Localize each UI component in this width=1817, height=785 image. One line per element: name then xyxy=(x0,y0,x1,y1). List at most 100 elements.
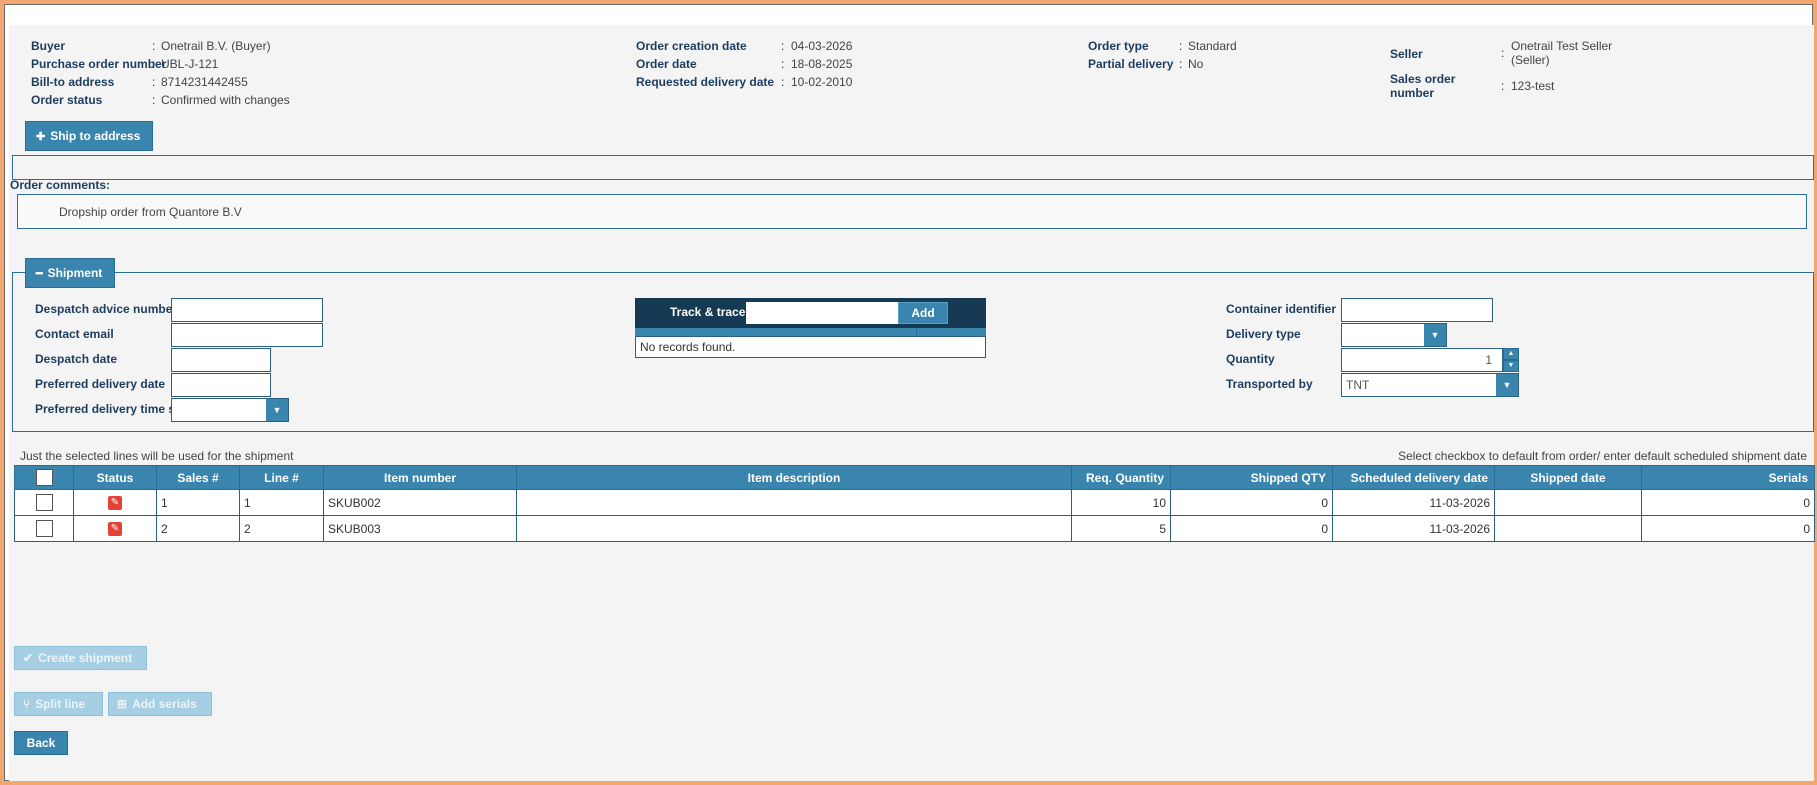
track-trace-add-button[interactable]: Add xyxy=(898,302,948,324)
shipment-label: Shipment xyxy=(47,266,103,280)
track-trace-input[interactable] xyxy=(746,302,900,324)
bill-to-value: 8714231442455 xyxy=(161,75,248,89)
colon: : xyxy=(1501,46,1505,60)
order-type-label: Order type xyxy=(1088,39,1149,53)
colon: : xyxy=(1179,57,1183,71)
container-identifier-label: Container identifier xyxy=(1226,302,1337,316)
order-creation-date-value: 04-03-2026 xyxy=(791,39,853,53)
column-header-serials[interactable]: Serials xyxy=(1641,465,1815,490)
column-header-scheduled-delivery-date[interactable]: Scheduled delivery date xyxy=(1332,465,1495,490)
scheduled-delivery-date-cell[interactable]: 11-03-2026 xyxy=(1332,515,1495,542)
plus-icon: ✚ xyxy=(36,131,46,143)
buyer-label: Buyer xyxy=(31,39,66,53)
order-comments-box: Dropship order from Quantore B.V xyxy=(17,194,1807,229)
preferred-delivery-time-slot-select[interactable]: ▼ xyxy=(171,398,289,422)
column-header-item-description[interactable]: Item description xyxy=(516,465,1072,490)
app-frame: Buyer : Onetrail B.V. (Buyer) Purchase o… xyxy=(4,4,1815,781)
shipped-qty-cell: 0 xyxy=(1170,515,1333,542)
column-header-shipped-date[interactable]: Shipped date xyxy=(1494,465,1642,490)
item-number-cell: SKUB002 xyxy=(323,489,517,516)
column-header-line[interactable]: Line # xyxy=(239,465,324,490)
seller-value-line2: (Seller) xyxy=(1511,53,1550,67)
seller-label: Seller xyxy=(1390,47,1423,61)
checkbox-default-note: Select checkbox to default from order/ e… xyxy=(1398,449,1807,463)
order-comments-text: Dropship order from Quantore B.V xyxy=(59,205,242,219)
serials-cell: 0 xyxy=(1641,489,1815,516)
despatch-advice-number-label: Despatch advice number xyxy=(35,302,178,316)
scheduled-delivery-date-cell[interactable]: 11-03-2026 xyxy=(1332,489,1495,516)
order-lines-table: Status Sales # Line # Item number Item d… xyxy=(14,465,1815,542)
sales-order-number-row: Sales order number : 123-test xyxy=(1390,72,1690,102)
split-line-button[interactable]: ⑂ Split line xyxy=(14,692,103,716)
chevron-down-icon[interactable]: ▼ xyxy=(1503,360,1519,372)
serials-cell: 0 xyxy=(1641,515,1815,542)
shipped-date-cell xyxy=(1494,515,1642,542)
quantity-stepper[interactable]: 1 ▲ ▼ xyxy=(1341,348,1519,372)
table-row[interactable]: ✎ 2 2 SKUB003 5 0 11-03-2026 0 xyxy=(14,515,1815,542)
partial-delivery-value: No xyxy=(1188,57,1204,71)
column-header-item-number[interactable]: Item number xyxy=(323,465,517,490)
colon: : xyxy=(152,39,156,53)
column-header-status[interactable]: Status xyxy=(73,465,157,490)
column-header-req-quantity[interactable]: Req. Quantity xyxy=(1071,465,1171,490)
item-number-cell: SKUB003 xyxy=(323,515,517,542)
row-checkbox[interactable] xyxy=(35,520,53,537)
row-checkbox[interactable] xyxy=(35,494,53,511)
quantity-value: 1 xyxy=(1485,353,1492,367)
check-circle-icon: ✔ xyxy=(23,651,34,665)
quantity-spin-buttons: ▲ ▼ xyxy=(1503,348,1519,372)
req-quantity-cell: 10 xyxy=(1071,489,1171,516)
minus-icon: ━ xyxy=(36,268,43,280)
ship-to-fieldset xyxy=(12,155,1814,180)
track-trace-label: Track & trace xyxy=(670,305,746,319)
order-status-value: Confirmed with changes xyxy=(161,93,290,107)
add-serials-button[interactable]: ⊞ Add serials xyxy=(108,692,212,716)
column-header-shipped-qty[interactable]: Shipped QTY xyxy=(1170,465,1333,490)
column-header-sales[interactable]: Sales # xyxy=(156,465,240,490)
line-cell: 2 xyxy=(239,515,324,542)
create-shipment-button[interactable]: ✔ Create shipment xyxy=(14,646,147,670)
transported-by-value: TNT xyxy=(1346,378,1370,392)
req-quantity-cell: 5 xyxy=(1071,515,1171,542)
chevron-down-icon[interactable]: ▼ xyxy=(1424,324,1446,346)
bill-to-label: Bill-to address xyxy=(31,75,115,89)
contact-email-input[interactable] xyxy=(171,323,323,347)
buyer-value: Onetrail B.V. (Buyer) xyxy=(161,39,271,53)
despatch-date-input[interactable] xyxy=(171,348,271,372)
colon: : xyxy=(781,57,785,71)
contact-email-label: Contact email xyxy=(35,327,114,341)
item-description-cell xyxy=(516,515,1072,542)
chevron-up-icon[interactable]: ▲ xyxy=(1503,348,1519,360)
order-type-value: Standard xyxy=(1188,39,1237,53)
sales-cell: 1 xyxy=(156,489,240,516)
plus-square-icon: ⊞ xyxy=(117,697,128,711)
select-all-checkbox[interactable] xyxy=(35,469,53,486)
container-identifier-input[interactable] xyxy=(1341,298,1493,322)
delivery-type-label: Delivery type xyxy=(1226,327,1301,341)
delivery-type-select[interactable]: ▼ xyxy=(1341,323,1447,347)
preferred-delivery-date-input[interactable] xyxy=(171,373,271,397)
create-shipment-label: Create shipment xyxy=(38,651,133,665)
track-trace-table-header xyxy=(635,328,986,336)
table-header-row: Status Sales # Line # Item number Item d… xyxy=(14,465,1815,490)
chevron-down-icon[interactable]: ▼ xyxy=(1496,374,1518,396)
colon: : xyxy=(152,75,156,89)
line-cell: 1 xyxy=(239,489,324,516)
order-comments-label: Order comments: xyxy=(10,178,111,192)
edit-icon[interactable]: ✎ xyxy=(108,495,122,510)
transported-by-label: Transported by xyxy=(1226,377,1313,391)
seller-row: Seller : Onetrail Test Seller (Seller) xyxy=(1390,37,1690,71)
despatch-advice-number-input[interactable] xyxy=(171,298,323,322)
add-serials-label: Add serials xyxy=(132,697,197,711)
table-row[interactable]: ✎ 1 1 SKUB002 10 0 11-03-2026 0 xyxy=(14,489,1815,516)
transported-by-select[interactable]: TNT ▼ xyxy=(1341,373,1519,397)
shipment-toggle[interactable]: ━ Shipment xyxy=(25,258,116,288)
selected-lines-note: Just the selected lines will be used for… xyxy=(20,449,294,463)
ship-to-toggle[interactable]: ✚ Ship to address xyxy=(25,121,154,151)
item-description-cell xyxy=(516,489,1072,516)
back-button[interactable]: Back xyxy=(14,731,68,755)
chevron-down-icon[interactable]: ▼ xyxy=(266,399,288,421)
edit-icon[interactable]: ✎ xyxy=(108,521,122,536)
po-number-value: UBL-J-121 xyxy=(161,57,219,71)
colon: : xyxy=(1179,39,1183,53)
